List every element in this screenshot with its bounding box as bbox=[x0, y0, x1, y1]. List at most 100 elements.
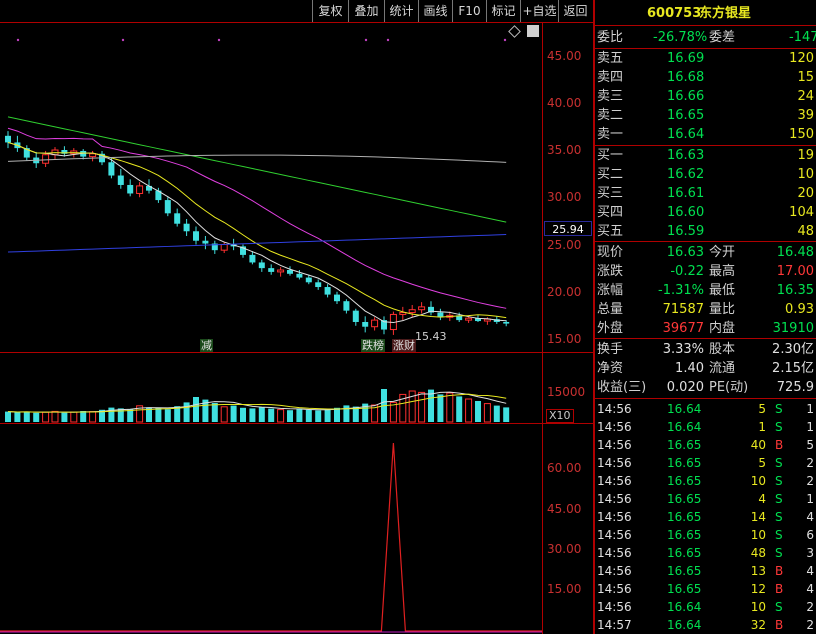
quote-value: 31910 bbox=[772, 321, 814, 336]
ask-level-row[interactable]: 卖四 16.68 15 bbox=[595, 68, 816, 87]
price-tick: 20.00 bbox=[547, 285, 582, 299]
candle-body-down bbox=[315, 282, 322, 288]
tick-row[interactable]: 14:56 16.65 40 B 5 bbox=[595, 436, 816, 454]
price-tick: 15.00 bbox=[547, 332, 582, 346]
quote-label: 涨跌 bbox=[597, 264, 624, 279]
quote-row: 外盘 39677 内盘 31910 bbox=[595, 319, 816, 338]
ask-level-row[interactable]: 卖二 16.65 39 bbox=[595, 106, 816, 125]
candle-body-down bbox=[503, 321, 510, 324]
stats-label: 净资 bbox=[597, 361, 624, 376]
ask-level-row[interactable]: 卖五 16.69 120 bbox=[595, 49, 816, 68]
tick-time: 14:56 bbox=[597, 402, 632, 416]
tick-side: S bbox=[775, 456, 783, 470]
quote-row: 涨幅 -1.31% 最低 16.35 bbox=[595, 281, 816, 300]
tick-side: S bbox=[775, 402, 783, 416]
stats-value: 725.9 bbox=[776, 380, 814, 395]
tick-row[interactable]: 14:56 16.64 1 S 1 bbox=[595, 418, 816, 436]
tick-volume: 5 bbox=[758, 402, 766, 416]
stats-label: 换手 bbox=[597, 342, 624, 357]
tick-row[interactable]: 14:56 16.65 13 B 4 bbox=[595, 562, 816, 580]
tick-count: 4 bbox=[806, 564, 814, 578]
scroll-toggle-icon[interactable] bbox=[527, 25, 539, 37]
volume-bar-down bbox=[23, 411, 30, 422]
quote-label: 最高 bbox=[709, 264, 736, 279]
bid-label: 买五 bbox=[597, 224, 624, 239]
volume-bar-down bbox=[268, 408, 275, 422]
tick-price: 16.65 bbox=[667, 456, 702, 470]
volume-bar-down bbox=[14, 412, 21, 422]
quote-row: 现价 16.63 今开 16.48 bbox=[595, 243, 816, 262]
tick-row[interactable]: 14:56 16.64 5 S 1 bbox=[595, 400, 816, 418]
tick-time: 14:56 bbox=[597, 492, 632, 506]
tick-count: 4 bbox=[806, 510, 814, 524]
ma10-line bbox=[7, 141, 507, 319]
tick-time: 14:56 bbox=[597, 420, 632, 434]
tick-price: 16.65 bbox=[667, 582, 702, 596]
tick-row[interactable]: 14:56 16.65 10 S 2 bbox=[595, 472, 816, 490]
bid-price: 16.61 bbox=[667, 186, 705, 201]
bid-level-row[interactable]: 买三 16.61 20 bbox=[595, 184, 816, 203]
tick-side: B bbox=[775, 564, 784, 578]
candle-body-down bbox=[249, 254, 256, 263]
candle-body-down bbox=[117, 175, 124, 185]
tick-row[interactable]: 14:56 16.65 5 S 2 bbox=[595, 454, 816, 472]
volume-bar-down bbox=[80, 411, 87, 422]
candle-body-down bbox=[202, 240, 209, 244]
tick-price: 16.65 bbox=[667, 510, 702, 524]
ask-label: 卖三 bbox=[597, 89, 624, 104]
event-tag-finance[interactable]: 涨财 bbox=[392, 339, 416, 352]
ask-level-row[interactable]: 卖三 16.66 24 bbox=[595, 87, 816, 106]
bid-level-row[interactable]: 买五 16.59 48 bbox=[595, 222, 816, 241]
volume-bar-up bbox=[277, 409, 285, 423]
ask-label: 卖二 bbox=[597, 108, 624, 123]
candle-body-down bbox=[108, 162, 115, 176]
volume-bar-down bbox=[249, 408, 256, 422]
bid-label: 买三 bbox=[597, 186, 624, 201]
event-tag-reduce[interactable]: 减 bbox=[200, 339, 213, 352]
bid-level-row[interactable]: 买二 16.62 10 bbox=[595, 165, 816, 184]
price-tick: 35.00 bbox=[547, 143, 582, 157]
tick-price: 16.65 bbox=[667, 564, 702, 578]
tick-row[interactable]: 14:56 16.65 12 B 4 bbox=[595, 580, 816, 598]
tick-count: 2 bbox=[806, 456, 814, 470]
ask-level-row[interactable]: 卖一 16.64 150 bbox=[595, 125, 816, 144]
indicator-layer bbox=[0, 442, 542, 633]
event-tag-drop-list[interactable]: 跌榜 bbox=[361, 339, 385, 352]
tick-volume: 5 bbox=[758, 456, 766, 470]
volume-bar-up bbox=[465, 398, 473, 423]
tick-time: 14:56 bbox=[597, 564, 632, 578]
volume-bars-layer bbox=[5, 389, 510, 423]
tick-price: 16.65 bbox=[667, 492, 702, 506]
quote-value: 39677 bbox=[662, 321, 704, 336]
tick-side: B bbox=[775, 582, 784, 596]
volume-bar-down bbox=[240, 407, 246, 422]
tick-row[interactable]: 14:56 16.65 10 S 6 bbox=[595, 526, 816, 544]
tick-price: 16.64 bbox=[667, 402, 702, 416]
volume-bar-down bbox=[456, 396, 463, 422]
weicha-label: 委差 bbox=[709, 30, 736, 45]
volume-bar-down bbox=[61, 412, 68, 422]
tick-row[interactable]: 14:56 16.65 48 S 3 bbox=[595, 544, 816, 562]
price-tick: 25.00 bbox=[547, 238, 582, 252]
kline-chart[interactable] bbox=[0, 0, 594, 634]
tick-row[interactable]: 14:56 16.64 10 S 2 bbox=[595, 598, 816, 616]
candle-body-up bbox=[42, 154, 50, 164]
quote-value: -1.31% bbox=[658, 283, 704, 298]
volume-bar-down bbox=[287, 410, 293, 422]
bid-price: 16.62 bbox=[667, 167, 705, 182]
bid-level-row[interactable]: 买一 16.63 19 bbox=[595, 146, 816, 165]
volume-bar-down bbox=[164, 409, 171, 422]
bid-level-row[interactable]: 买四 16.60 104 bbox=[595, 203, 816, 222]
tick-time: 14:56 bbox=[597, 474, 632, 488]
ask-price: 16.66 bbox=[667, 89, 705, 104]
stats-value: 1.40 bbox=[675, 361, 704, 376]
tick-row[interactable]: 14:56 16.65 14 S 4 bbox=[595, 508, 816, 526]
candle-body-up bbox=[418, 306, 426, 311]
tick-row[interactable]: 14:56 16.65 4 S 1 bbox=[595, 490, 816, 508]
candle-body-down bbox=[324, 287, 331, 295]
tick-volume: 32 bbox=[750, 618, 766, 632]
tick-row[interactable]: 14:57 16.64 32 B 2 bbox=[595, 616, 816, 634]
quote-value: 16.63 bbox=[666, 245, 704, 260]
quote-label: 最低 bbox=[709, 283, 736, 298]
candle-body-down bbox=[174, 213, 181, 224]
